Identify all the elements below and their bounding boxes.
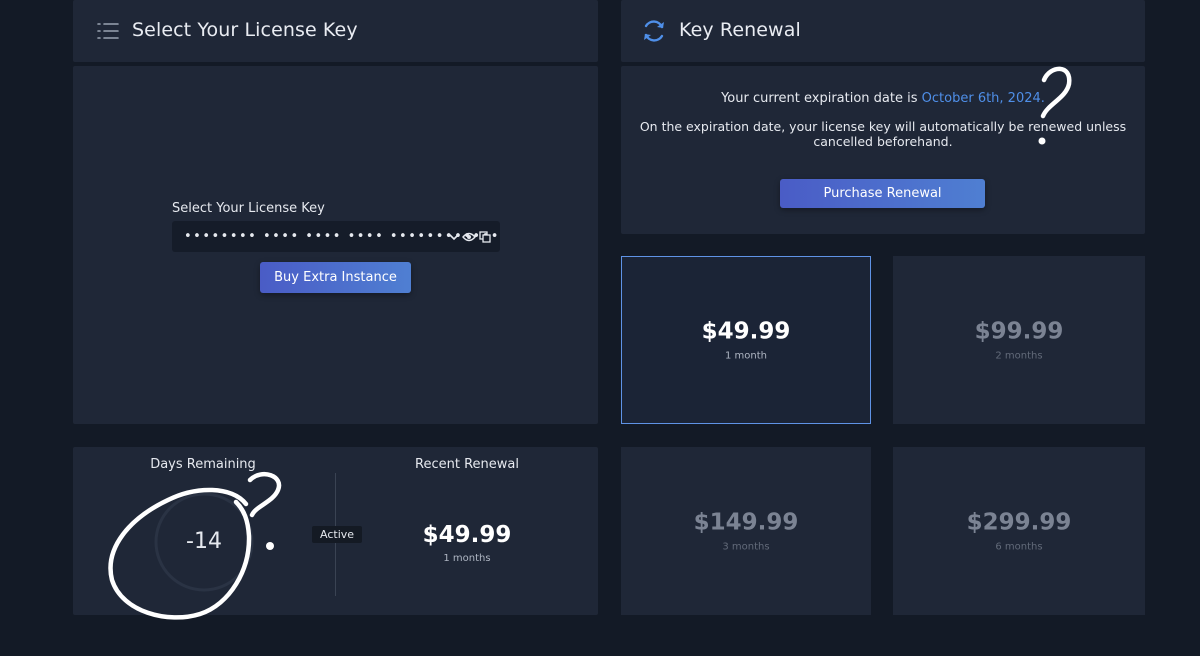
license-header-title: Select Your License Key xyxy=(132,19,358,41)
plan-price: $49.99 xyxy=(701,318,791,345)
plan-card-2-months[interactable]: $99.99 2 months xyxy=(893,256,1145,424)
auto-renew-line-1: On the expiration date, your license key… xyxy=(639,119,1127,134)
recent-renewal-label: Recent Renewal xyxy=(415,457,519,472)
status-badge: Active xyxy=(312,526,363,543)
plan-period: 6 months xyxy=(995,541,1043,553)
expiration-prefix: Your current expiration date is xyxy=(721,91,918,106)
days-remaining-label: Days Remaining xyxy=(150,457,256,472)
plan-period: 1 month xyxy=(725,350,767,362)
recent-renewal-period: 1 months xyxy=(443,553,491,564)
expiration-date: October 6th, 2024. xyxy=(921,91,1045,106)
plan-card-1-month[interactable]: $49.99 1 month xyxy=(621,256,871,424)
license-header-panel: Select Your License Key xyxy=(73,0,598,62)
plan-price: $149.99 xyxy=(693,509,799,536)
plan-period: 3 months xyxy=(722,541,770,553)
license-select-label: Select Your License Key xyxy=(172,201,325,216)
expiration-line: Your current expiration date is October … xyxy=(621,91,1145,106)
renewal-header-title: Key Renewal xyxy=(679,19,801,41)
plan-price: $99.99 xyxy=(974,318,1064,345)
plan-price: $299.99 xyxy=(966,509,1072,536)
renewal-header-panel: Key Renewal xyxy=(621,0,1145,62)
license-select-panel: Select Your License Key •••••••• •••• ••… xyxy=(73,66,598,424)
days-remaining-value: -14 xyxy=(186,529,222,554)
purchase-renewal-button[interactable]: Purchase Renewal xyxy=(780,179,985,208)
eye-icon[interactable] xyxy=(462,232,476,242)
refresh-icon xyxy=(644,20,664,42)
plan-card-6-months[interactable]: $299.99 6 months xyxy=(893,447,1145,615)
license-status-panel: Days Remaining -14 Active Recent Renewal… xyxy=(73,447,598,615)
license-key-select[interactable]: •••••••• •••• •••• •••• •••••••••••• xyxy=(172,221,500,252)
auto-renew-line-2: cancelled beforehand. xyxy=(813,134,953,149)
chevron-down-icon[interactable] xyxy=(449,233,459,241)
list-icon xyxy=(97,23,119,39)
plan-period: 2 months xyxy=(995,350,1043,362)
buy-extra-instance-button[interactable]: Buy Extra Instance xyxy=(260,262,411,293)
renewal-info-panel: Your current expiration date is October … xyxy=(621,66,1145,234)
copy-icon[interactable] xyxy=(479,231,491,243)
recent-renewal-price: $49.99 xyxy=(422,522,512,548)
plan-card-3-months[interactable]: $149.99 3 months xyxy=(621,447,871,615)
